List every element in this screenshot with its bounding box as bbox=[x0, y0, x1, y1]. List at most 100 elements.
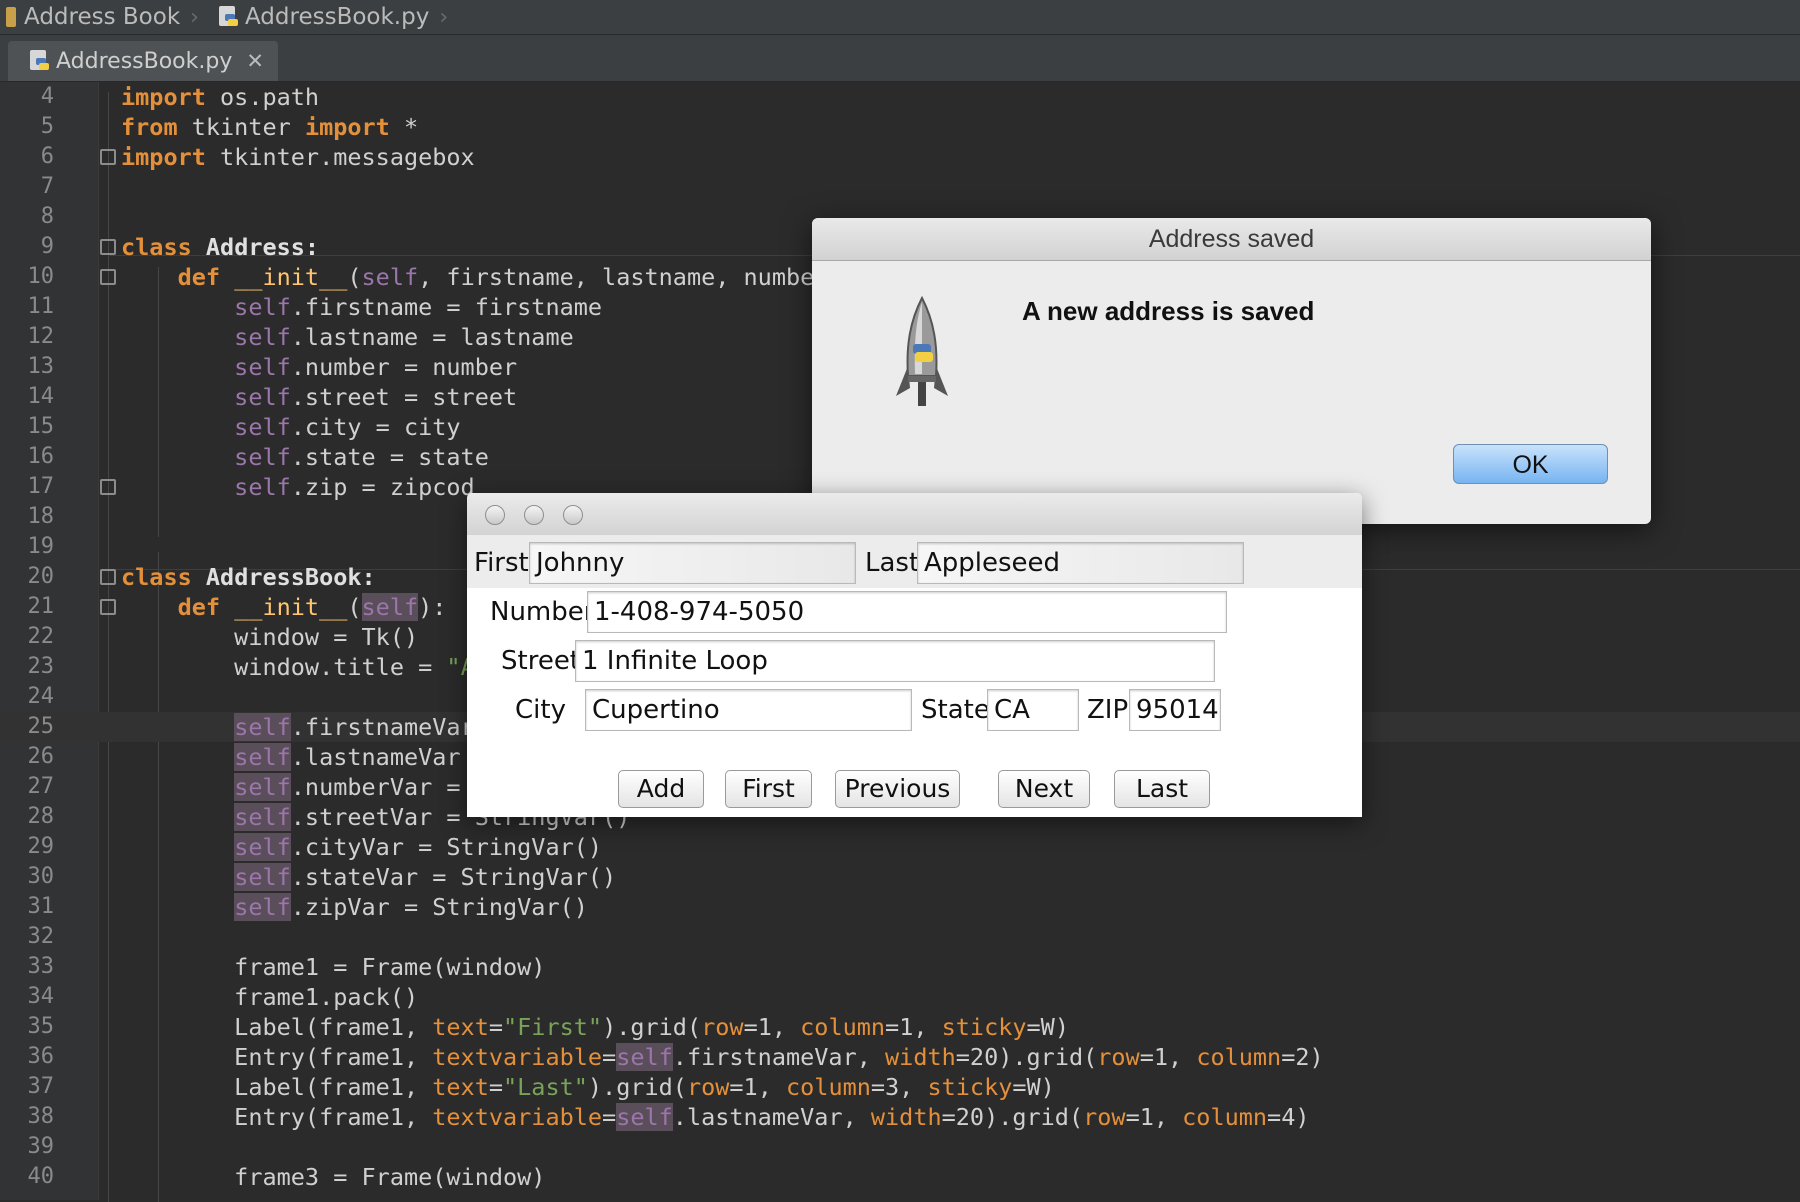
fold-marker-icon[interactable] bbox=[100, 239, 116, 255]
line-number: 10 bbox=[27, 264, 55, 289]
code-line: import os.path bbox=[121, 83, 320, 111]
code-line: from tkinter import * bbox=[121, 113, 419, 141]
code-line: self.number = number bbox=[121, 353, 518, 381]
add-button[interactable]: Add bbox=[618, 770, 704, 808]
folder-icon bbox=[6, 7, 16, 27]
line-number: 21 bbox=[27, 594, 55, 619]
code-line: self.cityVar = StringVar() bbox=[234, 833, 603, 861]
zip-label: ZIP bbox=[1087, 695, 1129, 725]
line-number: 30 bbox=[27, 864, 55, 889]
close-window-button[interactable] bbox=[485, 505, 505, 525]
code-line: window = Tk() bbox=[121, 623, 419, 651]
line-number: 4 bbox=[40, 84, 54, 109]
navigation-breadcrumb: Address Book › AddressBook.py › bbox=[0, 0, 1800, 35]
code-line: Entry(frame1, textvariable=self.lastname… bbox=[121, 1103, 1310, 1131]
breadcrumb-file[interactable]: AddressBook.py › bbox=[213, 0, 462, 34]
fold-marker-icon[interactable] bbox=[100, 149, 116, 165]
zip-field[interactable]: 95014 bbox=[1129, 689, 1221, 731]
chevron-right-icon: › bbox=[190, 4, 199, 30]
fold-marker-icon[interactable] bbox=[100, 269, 116, 285]
fold-marker-icon[interactable] bbox=[100, 479, 116, 495]
code-line: self.street = street bbox=[121, 383, 518, 411]
code-line: self.lastnameVar bbox=[234, 743, 461, 771]
breadcrumb-project-label: Address Book bbox=[24, 4, 181, 30]
line-number: 16 bbox=[27, 444, 55, 469]
line-number: 12 bbox=[27, 324, 55, 349]
code-line: self.numberVar = bbox=[234, 773, 461, 801]
tab-label: AddressBook.py bbox=[56, 48, 233, 74]
line-number: 37 bbox=[27, 1074, 55, 1099]
line-number: 38 bbox=[27, 1104, 55, 1129]
line-number: 27 bbox=[27, 774, 55, 799]
code-line: self.zipVar = StringVar() bbox=[234, 893, 588, 921]
line-number: 31 bbox=[27, 894, 55, 919]
minimize-window-button[interactable] bbox=[524, 505, 544, 525]
line-number: 9 bbox=[40, 234, 54, 259]
line-number: 35 bbox=[27, 1014, 55, 1039]
line-number: 32 bbox=[27, 924, 55, 949]
last-label: Last bbox=[865, 548, 920, 578]
editor-tab-bar: AddressBook.py ✕ bbox=[0, 35, 1800, 82]
address-book-window: First Johnny Last Appleseed Number 1-408… bbox=[467, 493, 1362, 817]
fold-marker-icon[interactable] bbox=[100, 599, 116, 615]
previous-button[interactable]: Previous bbox=[835, 770, 960, 808]
dialog-message: A new address is saved bbox=[1022, 296, 1315, 326]
last-name-field[interactable]: Appleseed bbox=[917, 542, 1244, 584]
line-number: 34 bbox=[27, 984, 55, 1009]
line-number: 36 bbox=[27, 1044, 55, 1069]
code-line: window.title = "A bbox=[121, 653, 475, 681]
line-number: 19 bbox=[27, 534, 55, 559]
code-line: Label(frame1, text="Last").grid(row=1, c… bbox=[121, 1073, 1055, 1101]
code-line: frame3 = Frame(window) bbox=[121, 1163, 546, 1191]
line-number: 5 bbox=[40, 114, 54, 139]
street-label: Street bbox=[501, 646, 581, 676]
line-number: 11 bbox=[27, 294, 55, 319]
code-line: frame1 = Frame(window) bbox=[121, 953, 546, 981]
code-line: class AddressBook: bbox=[121, 563, 376, 591]
line-number: 18 bbox=[27, 504, 55, 529]
next-button[interactable]: Next bbox=[998, 770, 1090, 808]
line-number: 25 bbox=[27, 714, 55, 739]
code-line: def __init__(self, firstname, lastname, … bbox=[121, 263, 815, 291]
first-label: First bbox=[474, 548, 529, 578]
line-number: 20 bbox=[27, 564, 55, 589]
code-line: self.lastname = lastname bbox=[121, 323, 574, 351]
code-line: frame1.pack() bbox=[121, 983, 419, 1011]
city-label: City bbox=[515, 695, 566, 725]
first-name-field[interactable]: Johnny bbox=[529, 542, 856, 584]
breadcrumb-project[interactable]: Address Book › bbox=[0, 0, 213, 34]
state-field[interactable]: CA bbox=[987, 689, 1079, 731]
line-number: 23 bbox=[27, 654, 55, 679]
line-number: 8 bbox=[40, 204, 54, 229]
line-number: 17 bbox=[27, 474, 55, 499]
city-field[interactable]: Cupertino bbox=[585, 689, 912, 731]
line-number: 15 bbox=[27, 414, 55, 439]
ok-button[interactable]: OK bbox=[1453, 444, 1608, 484]
code-line: import tkinter.messagebox bbox=[121, 143, 475, 171]
python-file-icon bbox=[218, 6, 238, 28]
street-field[interactable]: 1 Infinite Loop bbox=[575, 640, 1215, 682]
code-line: self.state = state bbox=[121, 443, 489, 471]
line-number: 14 bbox=[27, 384, 55, 409]
code-line: self.firstname = firstname bbox=[121, 293, 603, 321]
code-line: self.zip = zipcod bbox=[121, 473, 475, 501]
tab-addressbook-py[interactable]: AddressBook.py ✕ bbox=[8, 41, 278, 81]
line-number: 40 bbox=[27, 1164, 55, 1189]
number-field[interactable]: 1-408-974-5050 bbox=[587, 591, 1227, 633]
line-number: 24 bbox=[27, 684, 55, 709]
close-icon[interactable]: ✕ bbox=[246, 49, 264, 73]
code-line: self.city = city bbox=[121, 413, 461, 441]
code-line: Entry(frame1, textvariable=self.firstnam… bbox=[121, 1043, 1324, 1071]
fold-marker-icon[interactable] bbox=[100, 569, 116, 585]
python-launcher-rocket-icon bbox=[896, 296, 948, 406]
last-button[interactable]: Last bbox=[1114, 770, 1210, 808]
code-line: class Address: bbox=[121, 233, 320, 261]
first-button[interactable]: First bbox=[725, 770, 812, 808]
address-saved-dialog: Address saved A new address is saved OK bbox=[812, 218, 1651, 524]
code-line: self.firstnameVar bbox=[234, 713, 475, 741]
zoom-window-button[interactable] bbox=[563, 505, 583, 525]
line-number: 7 bbox=[40, 174, 54, 199]
code-line: Label(frame1, text="First").grid(row=1, … bbox=[121, 1013, 1069, 1041]
line-number: 13 bbox=[27, 354, 55, 379]
line-number: 28 bbox=[27, 804, 55, 829]
